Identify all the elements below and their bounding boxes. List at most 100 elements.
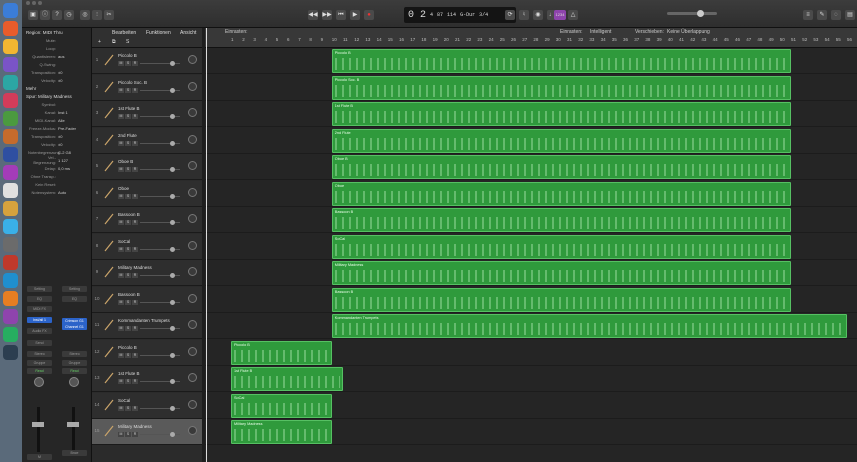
dock-app-icon[interactable] [3,165,18,180]
help-icon[interactable]: ? [52,10,62,20]
volume-handle[interactable] [170,114,175,119]
solo-button[interactable]: S [125,405,131,411]
volume-fader[interactable] [37,407,40,452]
record-enable-button[interactable]: R [132,220,138,225]
volume-handle[interactable] [170,193,175,199]
solo-button[interactable]: S [125,352,131,358]
inspector-row[interactable]: Mute: [22,36,91,44]
inspector-value[interactable]: C-2 G8 [58,150,71,155]
track-name[interactable]: SoCal [118,239,130,244]
notepad-icon[interactable]: ✎ [817,10,827,20]
volume-handle[interactable] [170,61,175,66]
volume-fader-cap[interactable] [32,422,44,427]
record-enable-button[interactable]: R [132,326,138,331]
volume-handle[interactable] [170,167,175,172]
volume-handle[interactable] [170,299,175,305]
track-name[interactable]: Piccolo B [118,345,137,350]
pan-knob[interactable] [188,373,197,382]
volume-handle[interactable] [170,379,175,384]
snap-value[interactable]: Intelligent [590,29,611,35]
dock-app-icon[interactable] [3,39,18,54]
track-volume-slider[interactable] [140,405,180,411]
dock-app-icon[interactable] [3,75,18,90]
volume-fader-cap[interactable] [67,422,79,427]
mute-button[interactable]: M [118,432,124,437]
track-header[interactable]: 12 Piccolo B MSR [92,339,202,366]
toolbar-icon[interactable]: ◷ [64,10,74,20]
track-volume-slider[interactable] [140,167,180,172]
inspector-value[interactable]: 0,0 ms [58,166,70,171]
inspector-row[interactable]: Velocity: ±0 [22,140,91,148]
eq-button[interactable]: EQ [27,296,52,302]
inspector-row[interactable]: Ohne Transp.: [22,172,91,180]
inspector-value[interactable]: ±0 [58,142,62,147]
forward-button[interactable]: ▶▶ [322,10,332,20]
mute-button[interactable]: M [118,326,124,331]
pan-knob[interactable] [188,55,197,64]
track-header[interactable]: 10 Bassoon B MSR [92,286,202,313]
solo-button[interactable]: S [125,326,131,331]
pan-knob[interactable] [188,346,197,356]
solo-button[interactable]: S [125,193,131,199]
record-enable-button[interactable]: R [132,114,138,119]
dock-app-icon[interactable] [3,237,18,252]
dock-app-icon[interactable] [3,273,18,288]
track-header[interactable]: 8 SoCal M S R [92,233,202,260]
dock-app-icon[interactable] [3,327,18,342]
metronome-icon[interactable]: △ [568,10,578,20]
midi-region[interactable]: Bassoon B [331,287,791,312]
inspector-row[interactable]: Velocity: ±0 [22,76,91,84]
inspector-row[interactable]: Quantisieren: aus [22,52,91,60]
record-enable-button[interactable]: R [132,167,138,172]
midi-region[interactable]: SoCal [331,234,791,259]
solo-button[interactable]: S [125,220,131,225]
inspector-row[interactable]: Symbol: [22,100,91,108]
count-badge[interactable]: 1234 [554,10,566,20]
track-name[interactable]: Military Madness [118,265,152,270]
duplicate-track-icon[interactable]: ⧉ [112,39,116,45]
track-header[interactable]: 4 2nd Flute M S R [92,127,202,154]
track-volume-slider[interactable] [140,87,180,93]
dock-app-icon[interactable] [3,291,18,306]
pan-knob[interactable] [34,377,44,387]
inspector-value[interactable]: ±0 [58,70,62,75]
track-header[interactable]: 15 Military Madness M S R [92,419,202,445]
track-header[interactable]: Spur: Military Madness [22,92,91,100]
dock-app-icon[interactable] [3,57,18,72]
master-volume-slider[interactable] [667,10,717,17]
record-button[interactable]: ● [364,10,374,20]
zoom-icon[interactable] [38,1,42,5]
record-enable-button[interactable]: R [132,352,138,358]
track-volume-slider[interactable] [140,140,180,146]
mute-button[interactable]: M [118,167,124,172]
inspector-value[interactable]: ±0 [58,78,62,83]
dock-app-icon[interactable] [3,93,18,108]
midi-region[interactable]: Oboe B [331,155,791,179]
volume-handle[interactable] [170,246,175,252]
track-name[interactable]: Oboe [118,186,129,191]
menu-bearbeiten[interactable]: Bearbeiten [112,30,136,36]
more-toggle[interactable]: Mehr [22,84,91,92]
solo-button[interactable]: S [125,379,131,384]
mixer-icon[interactable]: ⫶ [92,10,102,20]
inspector-value[interactable]: Pre-Fader [58,126,76,131]
loop-browser-icon[interactable]: ◌ [831,10,841,20]
track-header[interactable]: 9 Military Madness M S R [92,260,202,286]
inspector-row[interactable]: Notensystem: Auto [22,188,91,196]
play-button[interactable]: ▶ [350,10,360,20]
track-header[interactable]: 3 1st Flute B MSR [92,101,202,127]
record-enable-button[interactable]: R [132,61,138,66]
inspector-value[interactable]: aus [58,54,64,59]
dock-app-icon[interactable] [3,201,18,216]
midi-region[interactable]: SoCal [231,393,332,418]
midi-region[interactable]: Military Madness [231,420,332,444]
solo-button[interactable]: S [125,246,131,252]
group-button[interactable]: Gruppe [62,360,87,366]
pan-knob[interactable] [188,108,197,117]
library-icon[interactable]: ▣ [28,10,38,20]
track-volume-slider[interactable] [140,114,180,119]
track-volume-slider[interactable] [140,432,180,437]
track-volume-slider[interactable] [140,193,180,199]
dock-app-icon[interactable] [3,21,18,36]
setting-button[interactable]: Setting [27,286,52,292]
